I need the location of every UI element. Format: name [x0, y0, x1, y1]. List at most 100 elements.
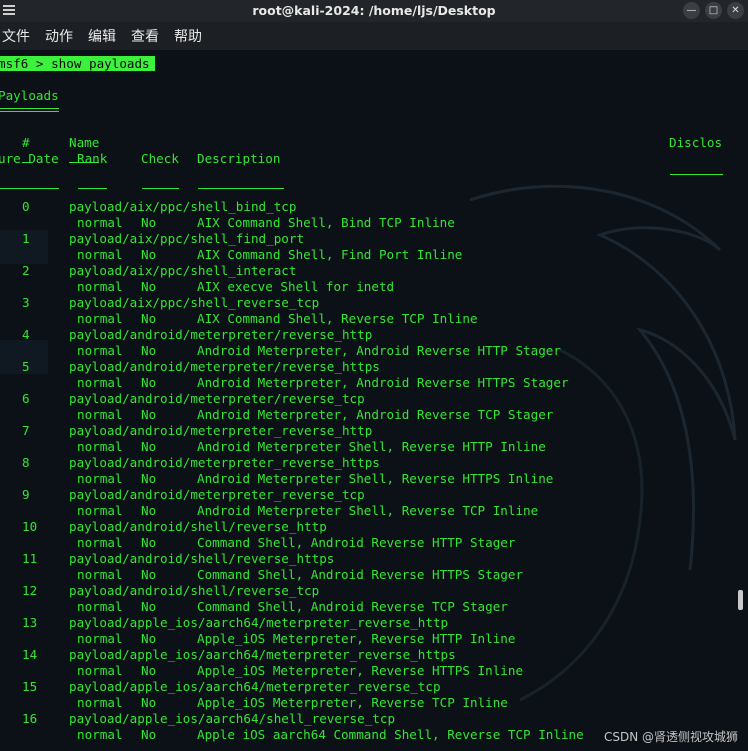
payload-rank: normal — [77, 599, 123, 614]
payload-rank: normal — [77, 439, 123, 454]
payload-number: 2 — [22, 263, 30, 278]
payload-check: No — [141, 535, 157, 550]
payload-name: payload/aix/ppc/shell_reverse_tcp — [69, 295, 320, 310]
payload-name: payload/apple_ios/aarch64/meterpreter_re… — [69, 679, 441, 694]
payload-description: Apple_iOS Meterpreter, Reverse HTTP Inli… — [197, 631, 516, 646]
payload-check: No — [141, 343, 157, 358]
payload-rank: normal — [77, 343, 123, 358]
payload-rank: normal — [77, 311, 123, 326]
payload-number: 8 — [22, 455, 30, 470]
payload-number: 5 — [22, 359, 30, 374]
payload-description: Android Meterpreter, Android Reverse HTT… — [197, 375, 569, 390]
payload-number: 16 — [22, 711, 38, 726]
payload-name: payload/android/meterpreter_reverse_http — [69, 423, 373, 438]
payload-check: No — [141, 439, 157, 454]
payload-description: Apple_iOS Meterpreter, Reverse HTTPS Inl… — [197, 663, 524, 678]
payload-number: 4 — [22, 327, 30, 342]
payload-check: No — [141, 503, 157, 518]
payload-name: payload/android/shell/reverse_tcp — [69, 583, 320, 598]
menu-help[interactable]: 帮助 — [174, 26, 202, 46]
payload-check: No — [141, 727, 157, 742]
payload-name: payload/apple_ios/aarch64/meterpreter_re… — [69, 615, 449, 630]
scrollbar-thumb[interactable] — [738, 590, 743, 610]
payload-name: payload/android/shell/reverse_http — [69, 519, 327, 534]
payload-name: payload/aix/ppc/shell_interact — [69, 263, 297, 278]
minimize-button[interactable]: — — [683, 2, 700, 19]
payload-description: Apple_iOS Meterpreter, Reverse TCP Inlin… — [197, 695, 508, 710]
menu-file[interactable]: 文件 — [2, 26, 30, 46]
payload-check: No — [141, 247, 157, 262]
payload-rank: normal — [77, 407, 123, 422]
payload-rank: normal — [77, 631, 123, 646]
payload-check: No — [141, 215, 157, 230]
payload-number: 14 — [22, 647, 38, 662]
menu-actions[interactable]: 动作 — [45, 26, 73, 46]
payload-rank: normal — [77, 567, 123, 582]
payload-rank: normal — [77, 663, 123, 678]
terminal-area[interactable]: msf6 > show payloads Payloads # Name Dis… — [0, 50, 748, 751]
payload-rank: normal — [77, 375, 123, 390]
menu-view[interactable]: 查看 — [131, 26, 159, 46]
payload-rank: normal — [77, 727, 123, 742]
menu-edit[interactable]: 编辑 — [88, 26, 116, 46]
payload-name: payload/apple_ios/aarch64/meterpreter_re… — [69, 647, 456, 662]
header-disclosure: Disclos — [669, 135, 723, 150]
payload-name: payload/aix/ppc/shell_bind_tcp — [69, 199, 297, 214]
payload-number: 1 — [22, 231, 30, 246]
header-description: Description — [197, 151, 281, 166]
payload-number: 3 — [22, 295, 30, 310]
payload-check: No — [141, 375, 157, 390]
payload-rank: normal — [77, 695, 123, 710]
payload-number: 0 — [22, 199, 30, 214]
payload-check: No — [141, 599, 157, 614]
payload-name: payload/android/meterpreter_reverse_http… — [69, 455, 380, 470]
payload-name: payload/aix/ppc/shell_find_port — [69, 231, 305, 246]
prompt-line: msf6 > show payloads — [0, 56, 155, 71]
payload-description: Apple iOS aarch64 Command Shell, Reverse… — [197, 727, 584, 742]
payload-check: No — [141, 695, 157, 710]
payload-name: payload/android/meterpreter/reverse_http — [69, 327, 373, 342]
payload-description: Command Shell, Android Reverse TCP Stage… — [197, 599, 508, 614]
payload-check: No — [141, 407, 157, 422]
payload-description: AIX execve Shell for inetd — [197, 279, 395, 294]
payload-number: 12 — [22, 583, 38, 598]
header-hash: # — [22, 135, 30, 150]
payload-number: 11 — [22, 551, 38, 566]
payload-rank: normal — [77, 247, 123, 262]
header-check: Check — [141, 151, 179, 166]
header-disclosure-cont: ure Date — [0, 151, 59, 166]
payload-name: payload/android/shell/reverse_https — [69, 551, 335, 566]
payload-check: No — [141, 567, 157, 582]
payload-check: No — [141, 663, 157, 678]
payload-rank: normal — [77, 503, 123, 518]
payload-rank: normal — [77, 471, 123, 486]
maximize-button[interactable]: □ — [705, 2, 722, 19]
payload-number: 6 — [22, 391, 30, 406]
payload-rank: normal — [77, 215, 123, 230]
payload-check: No — [141, 279, 157, 294]
payload-description: Command Shell, Android Reverse HTTP Stag… — [197, 535, 516, 550]
payload-name: payload/android/meterpreter/reverse_tcp — [69, 391, 365, 406]
menu-bar: 文件 动作 编辑 查看 帮助 — [0, 22, 748, 50]
close-button[interactable]: ✕ — [727, 2, 744, 19]
payload-description: Android Meterpreter, Android Reverse HTT… — [197, 343, 561, 358]
payload-number: 7 — [22, 423, 30, 438]
payload-description: Android Meterpreter, Android Reverse TCP… — [197, 407, 554, 422]
terminal-menu-icon[interactable] — [2, 3, 16, 17]
payload-rank: normal — [77, 279, 123, 294]
payload-description: Command Shell, Android Reverse HTTPS Sta… — [197, 567, 524, 582]
payload-description: Android Meterpreter Shell, Reverse HTTP … — [197, 439, 546, 454]
window-title-bar[interactable]: root@kali-2024: /home/ljs/Desktop — □ ✕ — [0, 0, 748, 22]
payload-number: 13 — [22, 615, 38, 630]
payload-number: 9 — [22, 487, 30, 502]
window-title: root@kali-2024: /home/ljs/Desktop — [252, 3, 496, 18]
payload-name: payload/apple_ios/aarch64/shell_reverse_… — [69, 711, 396, 726]
payload-description: AIX Command Shell, Find Port Inline — [197, 247, 463, 262]
payload-check: No — [141, 471, 157, 486]
payload-number: 15 — [22, 679, 38, 694]
csdn-watermark: CSDN @肾透侧视攻城狮 — [603, 730, 738, 744]
payload-rank: normal — [77, 535, 123, 550]
header-rank: Rank — [77, 151, 108, 166]
payload-description: AIX Command Shell, Bind TCP Inline — [197, 215, 455, 230]
payload-check: No — [141, 631, 157, 646]
